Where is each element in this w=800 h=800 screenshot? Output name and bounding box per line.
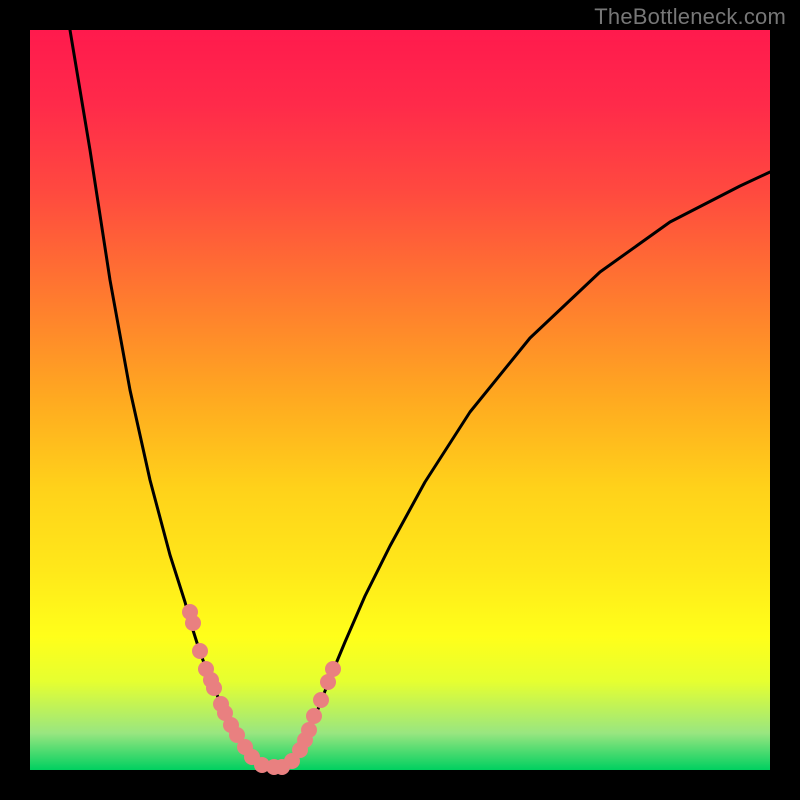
data-point [325, 661, 341, 677]
data-point [301, 722, 317, 738]
data-point-markers [182, 604, 341, 775]
plot-area [30, 30, 770, 770]
data-point [185, 615, 201, 631]
bottleneck-curve [70, 30, 770, 768]
data-point [306, 708, 322, 724]
data-point [206, 680, 222, 696]
data-point [192, 643, 208, 659]
curve-path [70, 30, 770, 768]
chart-svg [30, 30, 770, 770]
watermark-text: TheBottleneck.com [594, 4, 786, 30]
data-point [313, 692, 329, 708]
chart-frame: TheBottleneck.com [0, 0, 800, 800]
